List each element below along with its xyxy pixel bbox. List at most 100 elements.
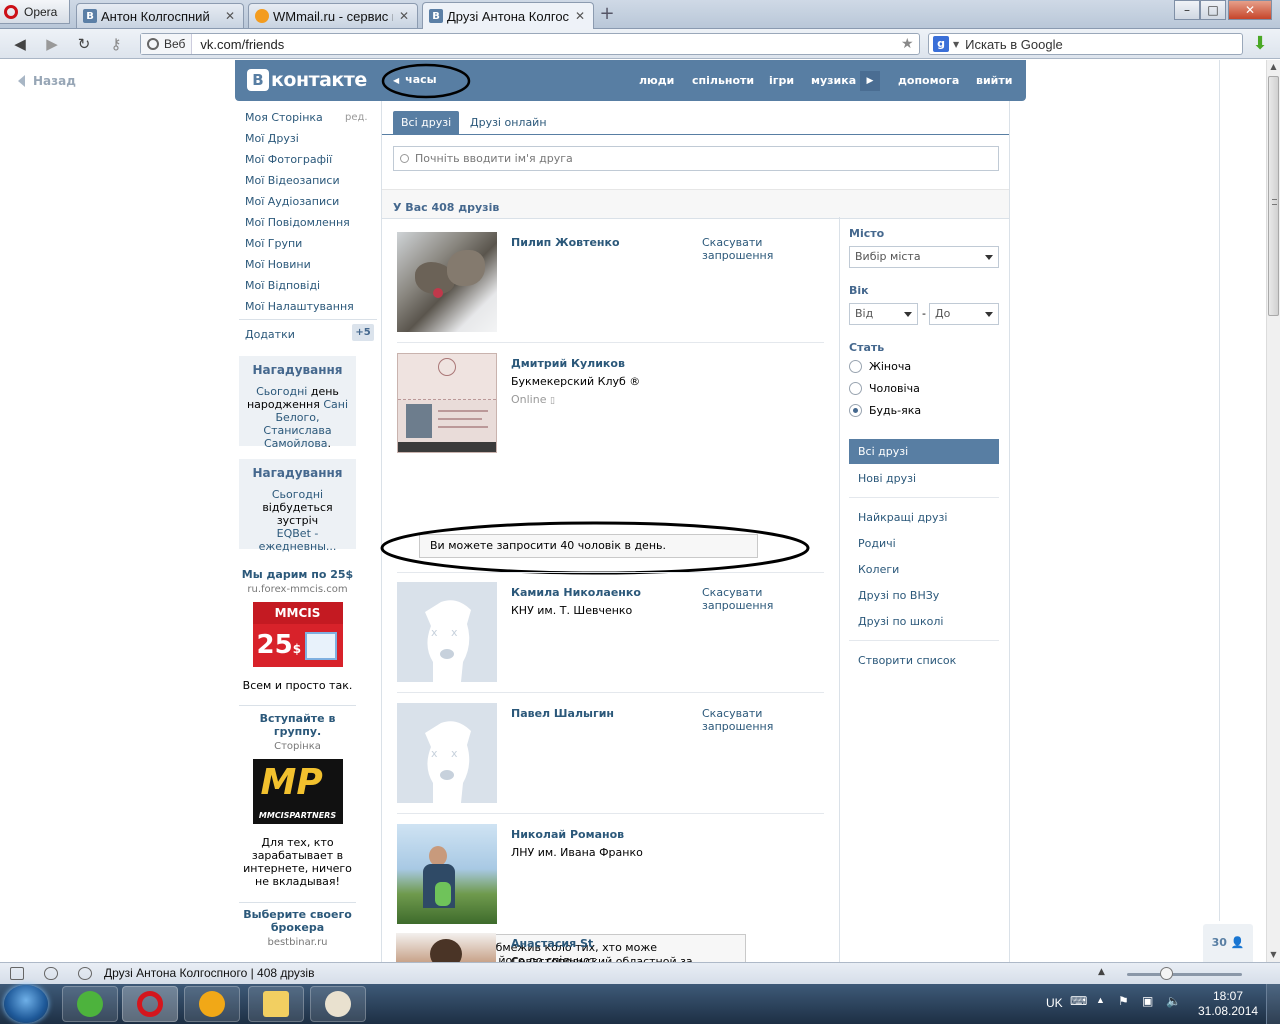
addons-badge[interactable]: +5 [352, 324, 374, 341]
download-arrow-icon[interactable]: ⬇ [1250, 34, 1270, 54]
nav-addons[interactable]: Додатки [245, 328, 295, 341]
list-best-friends[interactable]: Найкращі друзі [858, 511, 947, 524]
default-avatar-dog-icon[interactable]: x x [397, 582, 497, 682]
nav-my-audio[interactable]: Мої Аудіозаписи [245, 195, 339, 208]
address-bar[interactable]: Веб vk.com/friends ★ [140, 33, 920, 55]
friend-name[interactable]: Пилип Жовтенко [511, 236, 620, 249]
friend-avatar[interactable] [397, 824, 497, 924]
nav-my-settings[interactable]: Мої Налаштування [245, 300, 354, 313]
ad-title[interactable]: Вступайте в группу. [258, 712, 338, 738]
gender-option-male[interactable]: Чоловіча [849, 382, 920, 395]
reminder-event-link[interactable]: EQBet - [277, 527, 319, 540]
gender-option-female[interactable]: Жіноча [849, 360, 911, 373]
cloud-icon[interactable] [44, 967, 58, 980]
reload-icon[interactable]: ↻ [74, 35, 94, 53]
friend-name[interactable]: Дмитрий Куликов [511, 357, 625, 370]
friend-subtitle[interactable]: КНУ им. Т. Шевченко [511, 604, 632, 617]
ad-block[interactable]: Выберите своего брокера bestbinar.ru [239, 908, 356, 949]
keyboard-icon[interactable]: ⌨ [1070, 994, 1087, 1008]
taskbar-aimp[interactable] [184, 986, 240, 1022]
nav-edit-link[interactable]: ред. [345, 112, 368, 123]
show-desktop-button[interactable] [1266, 984, 1280, 1024]
menu-help[interactable]: допомога [898, 74, 959, 87]
back-arrow-icon[interactable]: ◀ [10, 35, 30, 53]
menu-communities[interactable]: спільноти [692, 74, 754, 87]
close-window-button[interactable]: ✕ [1228, 0, 1272, 20]
key-icon[interactable]: ⚷ [106, 35, 126, 53]
age-from-select[interactable]: Від [849, 303, 918, 325]
scrollbar-thumb[interactable] [1268, 76, 1279, 316]
ad-block[interactable]: Вступайте в группу. Сторінка MP MMCISPAR… [239, 712, 356, 888]
ad-block[interactable]: Мы дарим по 25$ ru.forex-mmcis.com MMCIS… [239, 568, 356, 692]
nav-my-answers[interactable]: Мої Відповіді [245, 279, 320, 292]
reminder-person-link[interactable]: Самойлова [264, 437, 328, 450]
new-tab-icon[interactable]: + [598, 5, 616, 24]
volume-icon[interactable]: 🔈 [1166, 994, 1181, 1008]
nav-my-videos[interactable]: Мої Відеозаписи [245, 174, 340, 187]
tray-expand-icon[interactable]: ▲ [1096, 995, 1105, 1005]
menu-games[interactable]: ігри [769, 74, 794, 87]
friend-subtitle[interactable]: Севастопольский областной за... [511, 955, 703, 962]
cancel-request-link[interactable]: Скасувати запрошення [702, 586, 792, 612]
browser-search-input[interactable]: g ▼ Искать в Google [928, 33, 1243, 55]
list-new-friends[interactable]: Нові друзі [858, 472, 916, 485]
reminder-person-link[interactable]: Белого, Станислава [263, 411, 331, 437]
ad-title[interactable]: Выберите своего брокера [243, 908, 353, 934]
vk-logo[interactable]: В контакте [247, 69, 367, 91]
panel-toggle-icon[interactable] [10, 967, 24, 980]
action-center-flag-icon[interactable]: ⚑ [1118, 994, 1129, 1008]
reminder-person-link[interactable]: Сані [323, 398, 348, 411]
tab-close-icon[interactable]: ✕ [397, 9, 411, 23]
friend-avatar[interactable] [396, 933, 496, 962]
browser-tab[interactable]: WMmail.ru - сервис п... ✕ [248, 3, 418, 28]
friend-subtitle[interactable]: Букмекерский Клуб ® [511, 375, 640, 388]
reminder-today-link[interactable]: Сьогодні [272, 488, 323, 501]
nav-my-messages[interactable]: Мої Повідомлення [245, 216, 350, 229]
cancel-request-link[interactable]: Скасувати запрошення [702, 236, 792, 262]
taskbar-utorrent[interactable] [62, 986, 118, 1022]
forward-arrow-icon[interactable]: ▶ [42, 35, 62, 53]
friend-search-input[interactable]: Почніть вводити ім'я друга [393, 146, 999, 171]
web-mode-badge[interactable]: Веб [141, 34, 193, 54]
minimize-button[interactable]: – [1174, 0, 1200, 20]
friend-name[interactable]: Камила Николаенко [511, 586, 641, 599]
nav-my-news[interactable]: Мої Новини [245, 258, 311, 271]
reminder-event-link[interactable]: ежедневны... [259, 540, 337, 553]
speed-dial-icon[interactable] [78, 967, 92, 980]
friend-name[interactable]: Анастасия St [511, 937, 593, 950]
city-select[interactable]: Вибір міста [849, 246, 999, 268]
list-relatives[interactable]: Родичі [858, 537, 896, 550]
list-school[interactable]: Друзі по школі [858, 615, 943, 628]
radio-button-selected[interactable] [849, 404, 862, 417]
nav-my-photos[interactable]: Мої Фотографії [245, 153, 332, 166]
zoom-out-icon[interactable]: ▲ [1098, 967, 1105, 977]
tab-close-icon[interactable]: ✕ [223, 9, 237, 23]
start-button[interactable] [4, 985, 48, 1023]
friend-subtitle[interactable]: ЛНУ им. Ивана Франко [511, 846, 643, 859]
tab-all-friends[interactable]: Всі друзі [393, 111, 460, 135]
list-colleagues[interactable]: Колеги [858, 563, 899, 576]
vertical-scrollbar[interactable]: ▲ ▼ [1266, 60, 1280, 962]
scroll-down-arrow-icon[interactable]: ▼ [1267, 948, 1280, 962]
radio-button[interactable] [849, 382, 862, 395]
create-list-link[interactable]: Створити список [858, 654, 956, 667]
browser-tab[interactable]: B Антон Колгоспний ✕ [76, 3, 244, 28]
friend-name[interactable]: Павел Шалыгин [511, 707, 614, 720]
friend-name[interactable]: Николай Романов [511, 828, 624, 841]
friend-avatar[interactable] [397, 232, 497, 332]
age-to-select[interactable]: До [929, 303, 999, 325]
list-university[interactable]: Друзі по ВНЗу [858, 589, 939, 602]
menu-more-arrow-icon[interactable]: ▶ [860, 71, 880, 91]
ad-banner-image[interactable]: MMCIS 25$ [252, 602, 343, 667]
reminder-today-link[interactable]: Сьогодні [256, 385, 307, 398]
taskbar-explorer[interactable] [248, 986, 304, 1022]
scroll-to-top-counter[interactable]: 30 👤 [1203, 924, 1253, 962]
bookmark-star-icon[interactable]: ★ [901, 36, 919, 52]
radio-button[interactable] [849, 360, 862, 373]
ad-banner-image[interactable]: MP MMCISPARTNERS [252, 759, 343, 824]
maximize-button[interactable]: □ [1200, 0, 1226, 20]
language-indicator[interactable]: UK [1046, 996, 1063, 1010]
search-engine-dropdown-icon[interactable]: ▼ [953, 40, 959, 49]
menu-people[interactable]: люди [639, 74, 674, 87]
menu-music[interactable]: музика [811, 74, 856, 87]
